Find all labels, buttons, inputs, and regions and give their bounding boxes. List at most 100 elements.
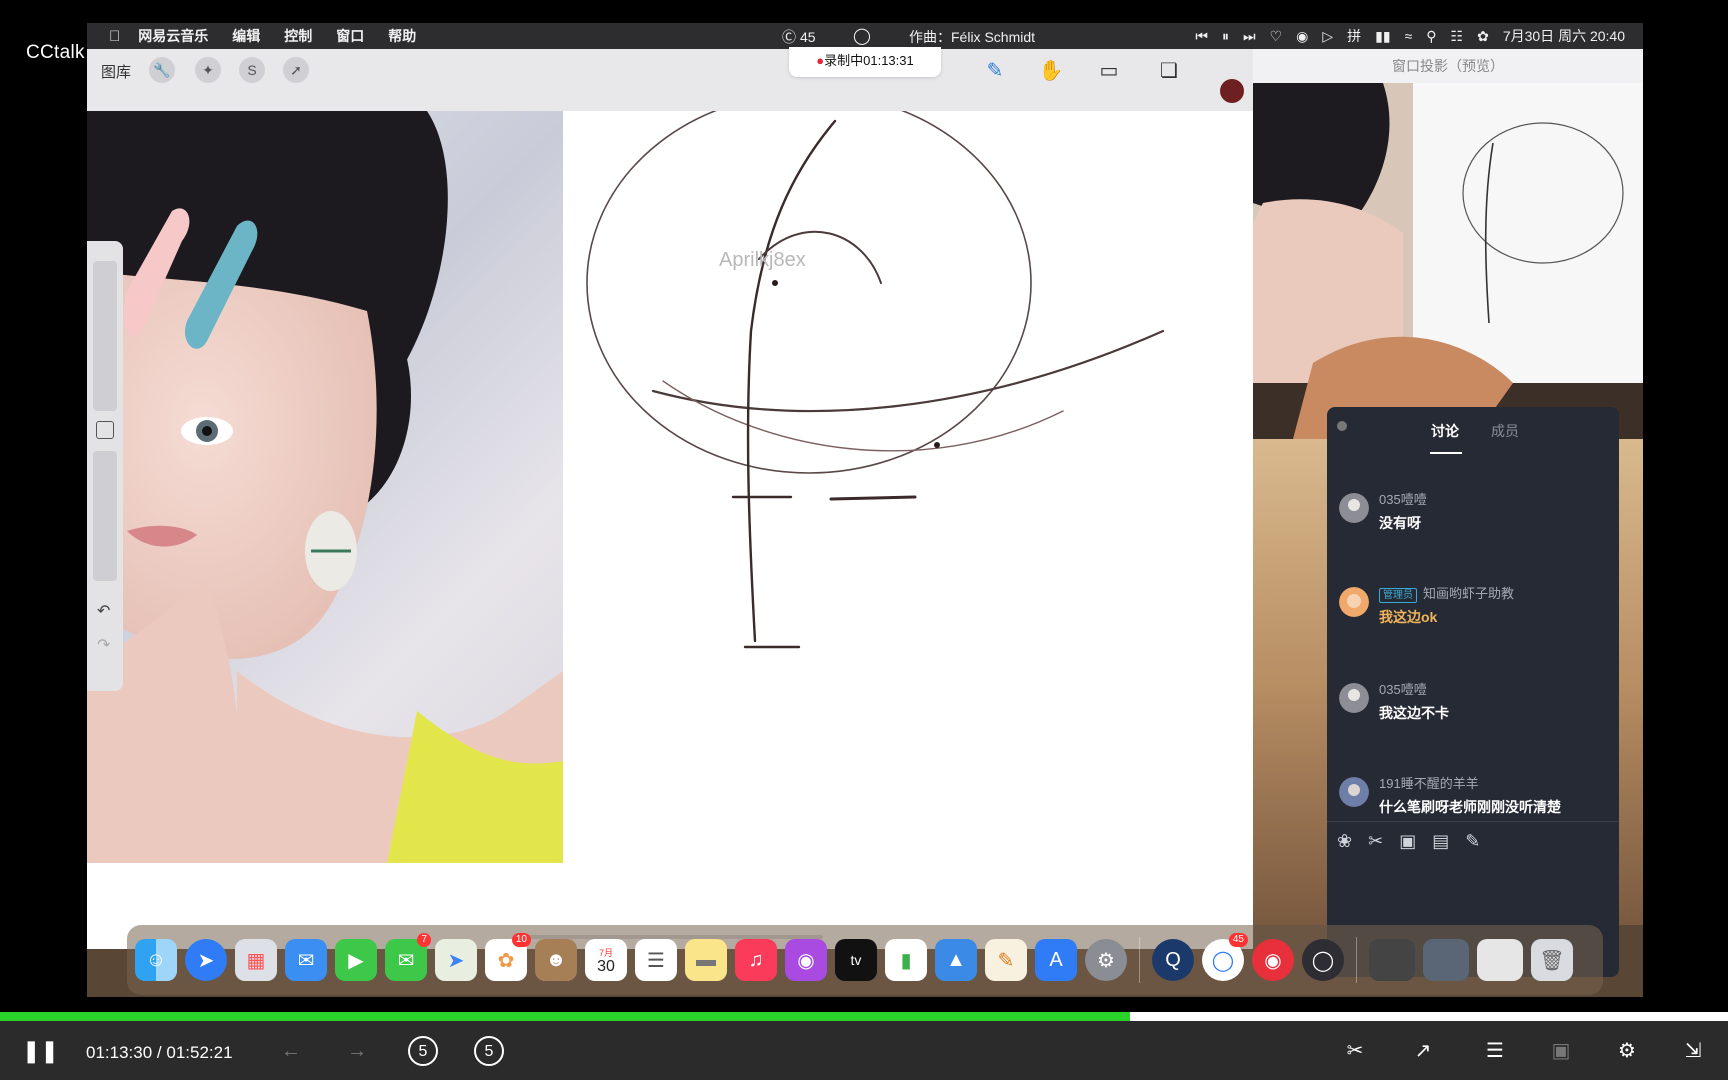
drawing-canvas[interactable] — [563, 92, 1253, 949]
pages-icon[interactable]: ✎ — [985, 939, 1027, 981]
comment-icon[interactable]: ✎ — [1465, 831, 1480, 861]
layers-icon[interactable]: ❏ — [1155, 57, 1183, 85]
message-text: 什么笔刷呀老师刚刚没听清楚 — [1379, 799, 1561, 815]
calendar-icon[interactable]: 7月 30 — [585, 939, 627, 981]
podcasts-icon[interactable]: ◉ — [785, 939, 827, 981]
transform-icon[interactable]: ➚ — [283, 57, 309, 83]
brush-size-slider[interactable] — [93, 261, 117, 411]
notes-icon[interactable]: ▬ — [685, 939, 727, 981]
minimized-window-2[interactable] — [1423, 939, 1469, 981]
modify-button[interactable] — [96, 421, 114, 439]
menu-item-window[interactable]: 窗口 — [336, 26, 364, 46]
smudge-icon[interactable]: ✋ — [1037, 57, 1065, 85]
play-circle-icon[interactable]: ▷ — [1322, 28, 1333, 45]
finder-icon[interactable]: ☺ — [135, 939, 177, 981]
safari-icon[interactable]: ➤ — [185, 939, 227, 981]
previous-arrow-icon[interactable]: ← — [276, 1033, 306, 1069]
battery-icon[interactable]: ▮▮ — [1375, 28, 1390, 45]
wrench-icon[interactable]: 🔧 — [149, 57, 175, 83]
minimized-window-3[interactable] — [1477, 939, 1523, 981]
progress-bar[interactable] — [0, 1012, 1728, 1021]
messages-icon[interactable]: ✉ 7 — [385, 933, 431, 981]
pause-icon[interactable]: ❚❚ — [22, 1033, 59, 1069]
netease-music-icon[interactable]: ◉ — [1252, 939, 1294, 981]
contacts-icon[interactable]: ☻ — [535, 939, 577, 981]
wifi-icon[interactable]: ≈ — [1405, 28, 1413, 44]
avatar[interactable] — [1339, 777, 1369, 807]
avatar[interactable] — [1339, 493, 1369, 523]
video-frame[interactable]:  网易云音乐 编辑 控制 窗口 帮助 Ⓒ 45 ◯ 作曲：Félix Schm… — [87, 23, 1643, 997]
netease-icon[interactable]: ◉ — [1296, 28, 1308, 45]
undo-icon[interactable]: ↶ — [97, 601, 110, 621]
previous-track-icon[interactable]: ⏮ — [1195, 28, 1208, 45]
magic-wand-icon[interactable]: ✦ — [195, 57, 221, 83]
facetime-icon[interactable]: ▶ — [335, 939, 377, 981]
mail-icon[interactable]: ✉ — [285, 939, 327, 981]
heart-icon[interactable]: ♡ — [1270, 28, 1283, 45]
chat-panel: 讨论 成员 035噎噎 没有呀 管理员 知画哟虾子助教 我这边ok 035噎噎 我… — [1327, 407, 1619, 977]
projection-preview: 窗口投影（预览） — [1253, 49, 1643, 439]
subtitles-icon[interactable]: ☰ — [1480, 1033, 1510, 1069]
window-dot-icon[interactable] — [1337, 421, 1347, 431]
gallery-button[interactable]: 图库 — [101, 61, 131, 82]
brush-size-sidebar[interactable]: ↶ ↷ — [87, 241, 123, 691]
search-icon[interactable]: ⚲ — [1426, 28, 1436, 45]
launchpad-icon[interactable]: ▦ — [235, 939, 277, 981]
time-separator: / — [156, 1043, 162, 1062]
tab-members[interactable]: 成员 — [1491, 421, 1519, 441]
quicktime-icon[interactable]: Q — [1152, 939, 1194, 981]
obs-studio-icon[interactable]: ◯ — [1302, 939, 1344, 981]
opacity-slider[interactable] — [93, 451, 117, 581]
obs-icon[interactable]: ◯ — [853, 26, 871, 46]
scissors-icon[interactable]: ✂ — [1368, 831, 1383, 861]
keynote-icon[interactable]: ▲ — [935, 939, 977, 981]
system-preferences-icon[interactable]: ⚙ — [1085, 939, 1127, 981]
trash-icon[interactable]: 🗑 — [1531, 939, 1573, 981]
selection-icon[interactable]: S — [239, 57, 265, 83]
message-text: 没有呀 — [1379, 515, 1421, 531]
menu-item-help[interactable]: 帮助 — [388, 26, 416, 46]
exit-fullscreen-icon[interactable]: ⇲ — [1678, 1033, 1708, 1069]
brush-icon[interactable]: ✎ — [981, 57, 1009, 85]
next-track-icon[interactable]: ⏭ — [1243, 28, 1256, 45]
next-arrow-icon[interactable]: → — [342, 1033, 372, 1069]
siri-icon[interactable]: ✿ — [1477, 28, 1489, 45]
chrome-icon[interactable]: ◯ 45 — [1202, 933, 1248, 981]
menu-item-edit[interactable]: 编辑 — [232, 26, 260, 46]
share-icon[interactable]: ↗ — [1408, 1033, 1438, 1069]
input-method-icon[interactable]: 拼 — [1347, 26, 1361, 46]
forward-5-icon[interactable]: 5 — [474, 1036, 504, 1066]
flower-icon[interactable]: ❀ — [1337, 831, 1352, 861]
app-store-icon[interactable]: A — [1035, 939, 1077, 981]
avatar[interactable] — [1339, 587, 1369, 617]
redo-icon[interactable]: ↷ — [97, 635, 110, 655]
menubar-datetime: 7月30日 周六 20:40 — [1502, 28, 1625, 44]
reminders-icon[interactable]: ☰ — [635, 939, 677, 981]
active-tab-indicator — [1430, 452, 1462, 454]
image-icon[interactable]: ▣ — [1399, 831, 1416, 861]
message-username: 035噎噎 — [1379, 682, 1427, 697]
message-text: 我这边ok — [1379, 609, 1438, 625]
apple-tv-icon[interactable]: tv — [835, 939, 877, 981]
minimized-window-1[interactable] — [1369, 939, 1415, 981]
eraser-icon[interactable]: ▭ — [1095, 57, 1123, 85]
maps-icon[interactable]: ➤ — [435, 939, 477, 981]
picture-in-picture-icon[interactable]: ▣ — [1546, 1033, 1576, 1069]
pause-track-icon[interactable]: ⏸ — [1222, 28, 1229, 45]
rewind-5-icon[interactable]: 5 — [408, 1036, 438, 1066]
screen-share-icon[interactable]: ▤ — [1432, 831, 1449, 861]
music-icon[interactable]: ♫ — [735, 939, 777, 981]
settings-gear-icon[interactable]: ⚙ — [1612, 1033, 1642, 1069]
color-swatch[interactable] — [1220, 79, 1244, 103]
apple-icon[interactable]:  — [109, 28, 120, 45]
numbers-icon[interactable]: ▮ — [885, 939, 927, 981]
admin-badge: 管理员 — [1379, 588, 1417, 603]
menu-item-control[interactable]: 控制 — [284, 26, 312, 46]
photos-icon[interactable]: ✿ 10 — [485, 933, 531, 981]
avatar[interactable] — [1339, 683, 1369, 713]
tab-discussion[interactable]: 讨论 — [1431, 421, 1459, 441]
dock-divider — [1139, 937, 1140, 983]
control-center-icon[interactable]: ☷ — [1451, 28, 1464, 45]
scissors-clip-icon[interactable]: ✂ — [1340, 1033, 1370, 1069]
menu-app-name[interactable]: 网易云音乐 — [138, 26, 208, 46]
